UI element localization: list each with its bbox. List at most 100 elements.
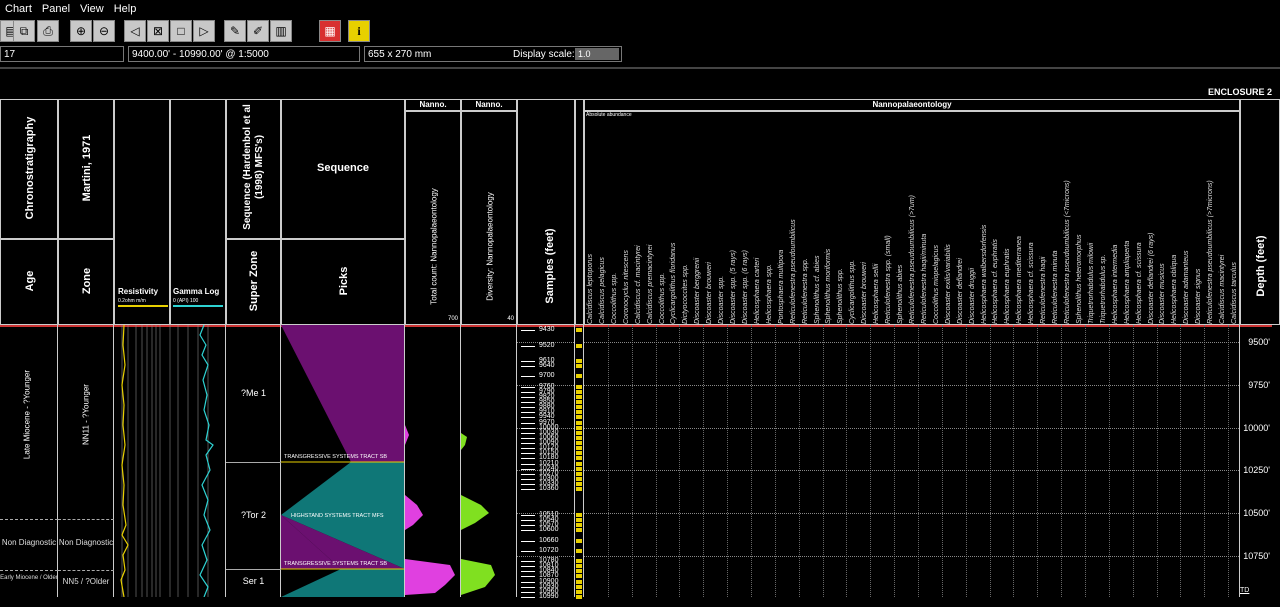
zone-nn11: NN11 - ?Younger xyxy=(81,384,91,445)
menu-view[interactable]: View xyxy=(75,3,109,15)
sample-marker xyxy=(576,523,582,528)
sample-label: 10720 xyxy=(539,546,559,554)
sample-tick xyxy=(521,561,535,563)
sample-marker xyxy=(576,476,582,481)
print-icon[interactable]: ⎙ xyxy=(37,20,59,42)
display-scale-input[interactable]: 1.0 xyxy=(575,48,619,60)
frame-icon[interactable]: □ xyxy=(170,20,192,42)
sample-markers xyxy=(575,325,584,599)
pattern-icon[interactable]: ▦ xyxy=(319,20,341,42)
species-label: Pontosphaera multipora xyxy=(777,249,785,324)
sample-label: 9430 xyxy=(539,326,555,334)
toolbar: ▤ ⧉ ⎙ ⊕ ⊖ ◁ ⊠ □ ▷ ✎ ✐ ▥ ▦ i xyxy=(0,18,1280,44)
sample-tick xyxy=(521,422,535,424)
sample-tick xyxy=(521,437,535,439)
sequence-hardenbol-title: Sequence (Hardenbol et al (1998) MFS's) xyxy=(242,104,265,230)
pick-tst-2: TRANSGRESSIVE SYSTEMS TRACT SB xyxy=(284,561,388,567)
sample-tick xyxy=(521,576,535,578)
sample-tick xyxy=(521,427,535,429)
species-label: Sphenolithus cf. abies xyxy=(813,255,821,325)
martini-title: Martini, 1971 xyxy=(81,134,93,202)
species-label: Discoaster spp. xyxy=(718,275,726,324)
resistivity-header: Resistivity 0.2ohm m/m xyxy=(114,99,170,325)
depth-tick: 10750' xyxy=(1243,550,1270,561)
age-early-miocene: Early Miocene / Older xyxy=(0,575,58,581)
sample-label: 10990 xyxy=(539,593,559,600)
super-zone-body: ?Me 1 ?Tor 2 Ser 1 xyxy=(226,325,281,597)
diversity-plot xyxy=(461,433,495,595)
sequence-polygons xyxy=(281,325,404,597)
sample-tick xyxy=(521,591,535,593)
nanno-header-1: Nanno. xyxy=(405,99,461,111)
species-label: Coccolithus spp. xyxy=(658,272,666,324)
sample-marker xyxy=(576,461,582,466)
super-zone-header: Super Zone xyxy=(226,239,281,325)
sample-marker xyxy=(576,564,582,569)
sample-tick xyxy=(521,345,535,347)
sample-marker xyxy=(576,446,582,451)
zoom-in-icon[interactable]: ⊕ xyxy=(70,20,92,42)
menu-chart[interactable]: Chart xyxy=(0,3,37,15)
diversity-header: Diversity: Nannopalaeontology 40 xyxy=(461,111,517,325)
depth-gridline xyxy=(584,427,1239,429)
sample-marker xyxy=(576,441,582,446)
sample-tick xyxy=(521,566,535,568)
age-body: Late Miocene - ?Younger Non Diagnostic E… xyxy=(0,325,58,597)
species-label: Calcidiscus tarculus xyxy=(1231,262,1239,324)
species-label: Calcidiscus cf. macintyrei xyxy=(634,245,642,324)
samples-body: 9430 9520 9610 9640 9700 9760 9790 9820 9850 9880… xyxy=(517,325,575,600)
diversity-scale: 40 xyxy=(507,316,514,322)
well-field[interactable]: 17 xyxy=(0,46,124,62)
species-label: Sphenolithus moriformis xyxy=(825,248,833,324)
depth-range-field[interactable]: 9400.00' - 10990.00' @ 1:5000 xyxy=(128,46,360,62)
species-header: Absolute abundance Calcidiscus leptoporu… xyxy=(584,111,1240,325)
sequence-hardenbol-header: Sequence (Hardenbol et al (1998) MFS's) xyxy=(226,99,281,239)
diversity-body xyxy=(461,325,517,597)
sample-marker xyxy=(576,364,582,369)
zone-header: Zone xyxy=(58,239,114,325)
menu-panel[interactable]: Panel xyxy=(37,3,75,15)
depth-tick: 9500' xyxy=(1248,337,1270,348)
next-icon[interactable]: ▷ xyxy=(193,20,215,42)
depth-scale: TD 9500' 9750' 10000' 10250' 10500' 10750' xyxy=(1240,325,1272,597)
samples-title: Samples (feet) xyxy=(544,228,556,304)
species-label: Helicosphaera sellii xyxy=(873,263,881,324)
species-label: Cyclicargolithus spp. xyxy=(849,259,857,324)
resistivity-title: Resistivity xyxy=(118,287,159,296)
chronostratigraphy-header: Chronostratigraphy xyxy=(0,99,58,239)
species-label: Calcidiscus premacintyrei xyxy=(646,244,654,324)
age-title: Age xyxy=(24,270,36,292)
sample-tick xyxy=(521,489,535,491)
sample-label: 10360 xyxy=(539,485,559,493)
depth-tick: 10000' xyxy=(1243,422,1270,433)
total-count-title: Total count: Nannopalaeontology xyxy=(429,188,439,305)
species-label: Coccolithus miopelagicus xyxy=(932,245,940,324)
depth-gridline xyxy=(584,513,1239,515)
columns-icon[interactable]: ▥ xyxy=(270,20,292,42)
menu-help[interactable]: Help xyxy=(109,3,142,15)
sample-marker xyxy=(576,399,582,404)
copy-icon[interactable]: ⧉ xyxy=(13,20,35,42)
super-zone-title: Super Zone xyxy=(248,250,260,312)
species-label: Dictyococcites spp. xyxy=(682,264,690,324)
fit-icon[interactable]: ⊠ xyxy=(147,20,169,42)
picks-title: Picks xyxy=(338,266,350,296)
depth-tick: 10250' xyxy=(1243,465,1270,476)
species-label: Discoaster deflandrei (6 rays) xyxy=(1147,232,1155,324)
info-icon[interactable]: i xyxy=(348,20,370,42)
edit-icon[interactable]: ✐ xyxy=(247,20,269,42)
sample-marker xyxy=(576,343,582,348)
species-label: Helicosphaera ampliaperta xyxy=(1123,240,1131,324)
species-label: Discoaster brouweri xyxy=(706,262,714,324)
prev-icon[interactable]: ◁ xyxy=(124,20,146,42)
species-label: Calcidiscus pelagicus xyxy=(598,257,606,324)
depth-gridline xyxy=(584,384,1239,386)
sample-tick xyxy=(521,391,535,393)
sample-marker xyxy=(576,384,582,389)
depth-gridline xyxy=(584,555,1239,557)
pencil-icon[interactable]: ✎ xyxy=(224,20,246,42)
species-label: Discoaster spp. (5 rays) xyxy=(730,250,738,324)
total-count-plot xyxy=(405,425,455,595)
species-label: Calcidiscus leptoporus xyxy=(586,253,594,324)
zoom-out-icon[interactable]: ⊖ xyxy=(93,20,115,42)
